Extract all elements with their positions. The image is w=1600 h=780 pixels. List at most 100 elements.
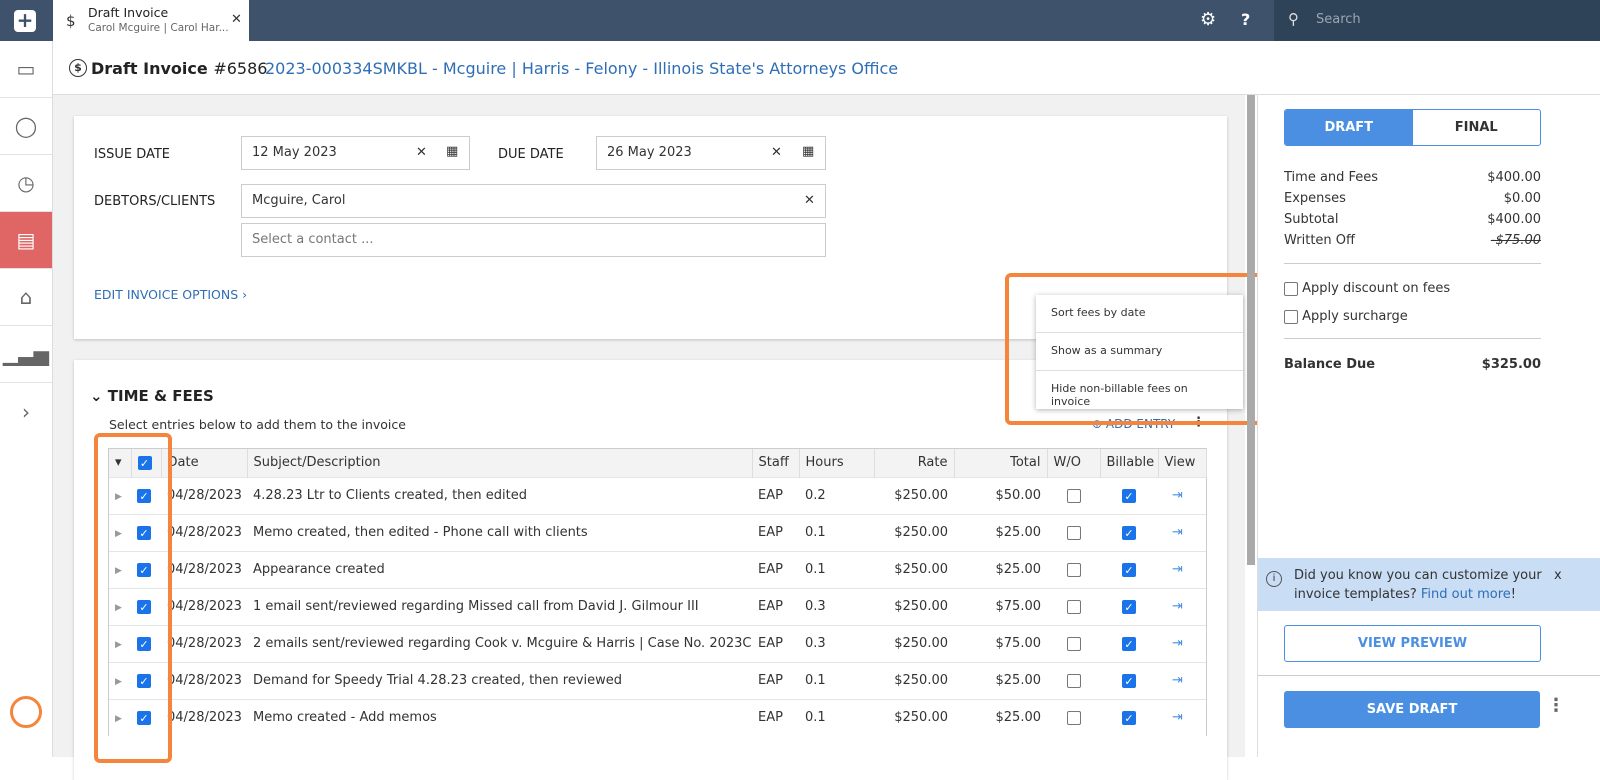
column-header: Rate bbox=[874, 449, 955, 477]
sidebar-expand-icon[interactable]: › bbox=[0, 383, 52, 440]
new-button[interactable]: + bbox=[14, 10, 36, 32]
clear-icon[interactable]: ✕ bbox=[771, 145, 782, 160]
cell-hours: 0.1 bbox=[799, 513, 874, 551]
summary-line: Time and Fees $400.00 bbox=[1284, 170, 1541, 185]
column-header: Date bbox=[161, 449, 248, 477]
sidebar-bank-icon[interactable]: ⌂ bbox=[0, 269, 52, 326]
remove-debtor-icon[interactable]: ✕ bbox=[804, 193, 815, 208]
column-header: Billable bbox=[1100, 449, 1159, 477]
sidebar-contacts-icon[interactable]: ◯ bbox=[0, 98, 52, 155]
view-entry-icon[interactable]: ⇥ bbox=[1158, 624, 1206, 662]
cell-hours: 0.1 bbox=[799, 550, 874, 588]
view-entry-icon[interactable]: ⇥ bbox=[1158, 587, 1206, 625]
dollar-circle-icon: $ bbox=[69, 59, 87, 77]
page-header: $ Draft Invoice #6586 2023-000334SMKBL -… bbox=[53, 42, 1600, 95]
cell-rate: $250.00 bbox=[874, 476, 954, 514]
cell-hours: 0.3 bbox=[799, 587, 874, 625]
cell-rate: $250.00 bbox=[874, 550, 954, 588]
billable-checkbox[interactable]: ✓ bbox=[1100, 661, 1158, 699]
cell-staff: EAP bbox=[752, 661, 799, 699]
cell-subject: Memo created, then edited - Phone call w… bbox=[247, 513, 752, 551]
cell-rate: $250.00 bbox=[874, 698, 954, 736]
billable-checkbox[interactable]: ✓ bbox=[1100, 587, 1158, 625]
balance-due: $325.00 bbox=[1481, 357, 1541, 372]
view-entry-icon[interactable]: ⇥ bbox=[1158, 513, 1206, 551]
edit-invoice-options-link[interactable]: EDIT INVOICE OPTIONS › bbox=[94, 287, 247, 302]
cell-rate: $250.00 bbox=[874, 661, 954, 699]
column-header: View bbox=[1158, 449, 1207, 477]
info-icon: i bbox=[1266, 571, 1282, 587]
close-tip-icon[interactable]: x bbox=[1554, 566, 1562, 585]
cell-rate: $250.00 bbox=[874, 587, 954, 625]
write-off-checkbox[interactable] bbox=[1047, 513, 1100, 551]
cell-total: $75.00 bbox=[954, 587, 1047, 625]
billable-checkbox[interactable]: ✓ bbox=[1100, 698, 1158, 736]
cell-total: $75.00 bbox=[954, 624, 1047, 662]
table-row: ▶ ✓ 04/28/2023 Memo created - Add memos EAP 0… bbox=[109, 698, 1206, 736]
cell-date: 04/28/2023 bbox=[161, 661, 247, 699]
menu-show-summary[interactable]: Show as a summary bbox=[1036, 333, 1243, 371]
close-tab-icon[interactable]: ✕ bbox=[231, 12, 242, 27]
more-actions-icon[interactable]: ⋮ bbox=[1547, 695, 1565, 716]
highlight-select-column bbox=[94, 433, 172, 763]
cell-hours: 0.3 bbox=[799, 624, 874, 662]
sidebar-reports-icon[interactable]: ▁▃▅ bbox=[0, 326, 52, 383]
sidebar-invoice-icon[interactable]: ▤ bbox=[0, 212, 52, 269]
calendar-icon[interactable]: ▦ bbox=[446, 144, 458, 159]
view-preview-button[interactable]: VIEW PREVIEW bbox=[1284, 625, 1541, 662]
clear-icon[interactable]: ✕ bbox=[416, 145, 427, 160]
surcharge-checkbox[interactable]: Apply surcharge bbox=[1284, 309, 1408, 324]
logo-icon bbox=[10, 696, 42, 728]
cell-subject: Appearance created bbox=[247, 550, 752, 588]
billable-checkbox[interactable]: ✓ bbox=[1100, 624, 1158, 662]
view-entry-icon[interactable]: ⇥ bbox=[1158, 476, 1206, 514]
billable-checkbox[interactable]: ✓ bbox=[1100, 476, 1158, 514]
tab-draft[interactable]: DRAFT bbox=[1285, 110, 1413, 145]
cell-hours: 0.2 bbox=[799, 476, 874, 514]
issue-date-input[interactable]: 12 May 2023 ✕ ▦ bbox=[241, 136, 470, 170]
save-draft-button[interactable]: SAVE DRAFT bbox=[1284, 691, 1540, 728]
view-entry-icon[interactable]: ⇥ bbox=[1158, 550, 1206, 588]
write-off-checkbox[interactable] bbox=[1047, 698, 1100, 736]
cell-total: $25.00 bbox=[954, 550, 1047, 588]
write-off-checkbox[interactable] bbox=[1047, 624, 1100, 662]
dollar-icon: $ bbox=[66, 12, 76, 30]
column-header: Staff bbox=[752, 449, 800, 477]
view-entry-icon[interactable]: ⇥ bbox=[1158, 698, 1206, 736]
summary-line: Written Off -$75.00 bbox=[1284, 233, 1541, 248]
scrollbar[interactable] bbox=[1247, 95, 1255, 565]
contact-select[interactable]: Select a contact ... bbox=[241, 223, 826, 257]
cell-date: 04/28/2023 bbox=[161, 476, 247, 514]
column-header: Total bbox=[954, 449, 1048, 477]
matter-link[interactable]: 2023-000334SMKBL - Mcguire | Harris - Fe… bbox=[265, 59, 898, 78]
time-fees-heading[interactable]: ⌄ TIME & FEES bbox=[90, 387, 214, 405]
help-icon[interactable]: ? bbox=[1241, 10, 1250, 29]
write-off-checkbox[interactable] bbox=[1047, 661, 1100, 699]
menu-sort-by-date[interactable]: Sort fees by date bbox=[1036, 295, 1243, 333]
due-date-input[interactable]: 26 May 2023 ✕ ▦ bbox=[596, 136, 826, 170]
debtor-input[interactable]: Mcguire, Carol ✕ bbox=[241, 184, 826, 218]
cell-total: $25.00 bbox=[954, 661, 1047, 699]
main-content: ISSUE DATE 12 May 2023 ✕ ▦ DUE DATE 26 M… bbox=[53, 95, 1245, 780]
gear-icon[interactable]: ⚙ bbox=[1200, 9, 1216, 30]
write-off-checkbox[interactable] bbox=[1047, 587, 1100, 625]
sidebar-matters-icon[interactable]: ▭ bbox=[0, 41, 52, 98]
search-input[interactable]: ⚲ Search bbox=[1274, 0, 1600, 41]
tab-final[interactable]: FINAL bbox=[1413, 110, 1541, 145]
menu-hide-non-billable[interactable]: Hide non-billable fees on invoice bbox=[1036, 371, 1243, 409]
sidebar-time-icon[interactable]: ◷ bbox=[0, 155, 52, 212]
write-off-checkbox[interactable] bbox=[1047, 476, 1100, 514]
cell-hours: 0.1 bbox=[799, 698, 874, 736]
cell-staff: EAP bbox=[752, 624, 799, 662]
billable-checkbox[interactable]: ✓ bbox=[1100, 550, 1158, 588]
view-entry-icon[interactable]: ⇥ bbox=[1158, 661, 1206, 699]
table-row: ▶ ✓ 04/28/2023 Memo created, then edited - … bbox=[109, 513, 1206, 551]
cell-subject: Memo created - Add memos bbox=[247, 698, 752, 736]
find-out-more-link[interactable]: Find out more bbox=[1421, 587, 1511, 602]
tab-draft-invoice[interactable]: $ Draft Invoice Carol Mcguire | Carol Ha… bbox=[53, 0, 249, 42]
cell-date: 04/28/2023 bbox=[161, 698, 247, 736]
write-off-checkbox[interactable] bbox=[1047, 550, 1100, 588]
calendar-icon[interactable]: ▦ bbox=[802, 144, 814, 159]
billable-checkbox[interactable]: ✓ bbox=[1100, 513, 1158, 551]
discount-checkbox[interactable]: Apply discount on fees bbox=[1284, 281, 1450, 296]
